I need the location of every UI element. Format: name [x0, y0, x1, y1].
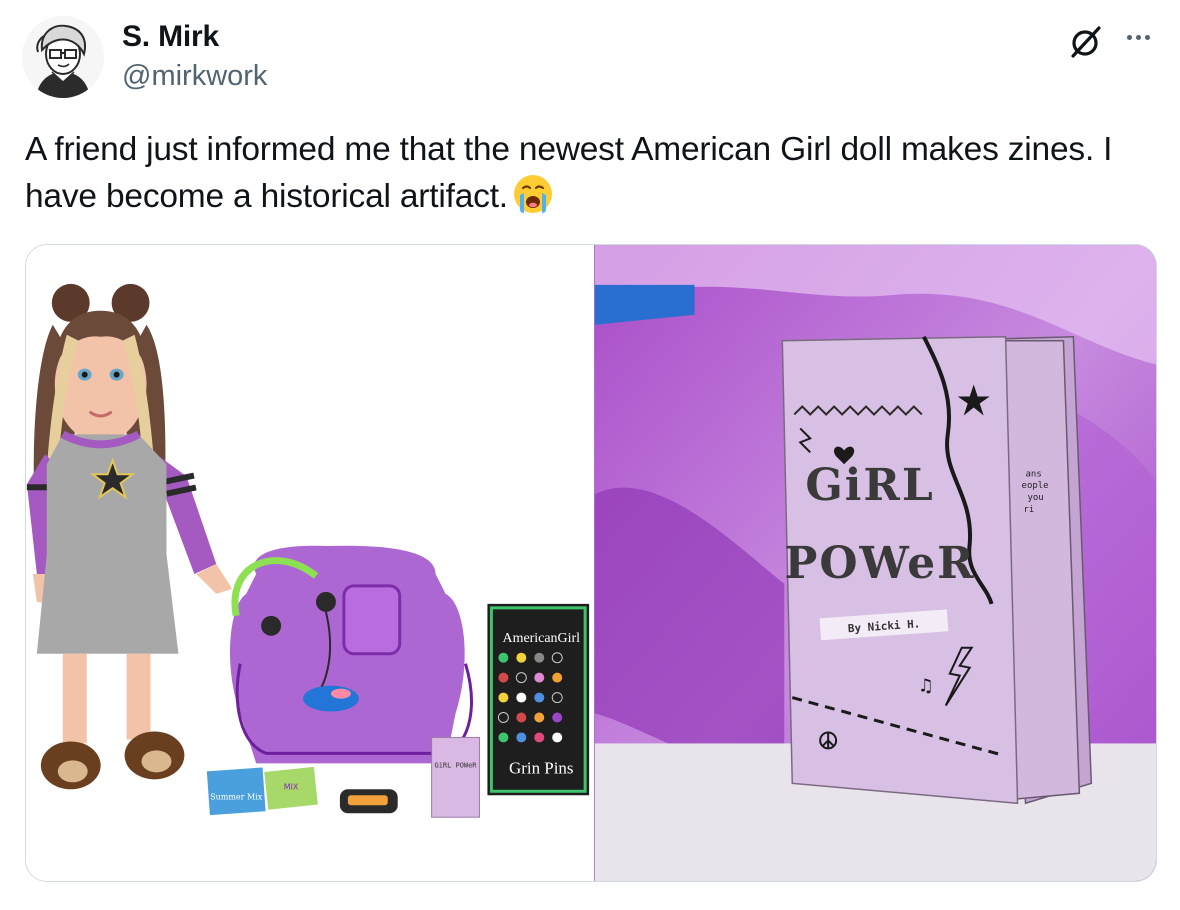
inner-text-1: ans — [1026, 469, 1042, 479]
zine-title-line2: POWeR — [784, 538, 975, 589]
photo-doll-set[interactable]: AmericanGirl Grin Pins GiRL POWeR Summer… — [26, 245, 590, 881]
tweet-body: A friend just informed me that the newes… — [25, 131, 1113, 215]
dot-icon — [1126, 34, 1132, 40]
doll-set-image: AmericanGirl Grin Pins GiRL POWeR Summer… — [26, 245, 590, 881]
dot-icon — [1135, 34, 1141, 40]
author-handle[interactable]: @mirkwork — [122, 60, 267, 93]
zine-closeup-image: ans eople you ri GiRL POWeR By Nicki H. … — [594, 245, 1156, 881]
avatar-drawing — [22, 16, 104, 98]
more-options-icon[interactable] — [1116, 22, 1160, 52]
box-title: Grin Pins — [509, 758, 573, 777]
cd2-label: MIX — [284, 782, 299, 791]
inner-text-3: you — [1028, 493, 1044, 503]
tweet-text: A friend just informed me that the newes… — [25, 126, 1145, 220]
cd-label: Summer Mix — [210, 792, 262, 801]
dot-icon — [1144, 34, 1150, 40]
inner-text-2: eople — [1022, 481, 1049, 491]
avatar[interactable] — [22, 16, 104, 98]
loudly-crying-face-icon — [512, 173, 554, 215]
mini-zine-label: GiRL POWeR — [435, 761, 478, 769]
inner-text-4: ri — [1024, 505, 1035, 515]
media-grid: AmericanGirl Grin Pins GiRL POWeR Summer… — [25, 244, 1157, 882]
zine-title-line1: GiRL — [805, 460, 934, 511]
tweet: S. Mirk @mirkwork A friend just informed… — [0, 0, 1180, 910]
svg-text:♫: ♫ — [918, 676, 934, 697]
photo-zine-closeup[interactable]: ans eople you ri GiRL POWeR By Nicki H. … — [594, 245, 1156, 881]
box-brand: AmericanGirl — [503, 631, 581, 646]
author-name[interactable]: S. Mirk — [122, 20, 219, 54]
grok-icon[interactable] — [1066, 22, 1106, 62]
